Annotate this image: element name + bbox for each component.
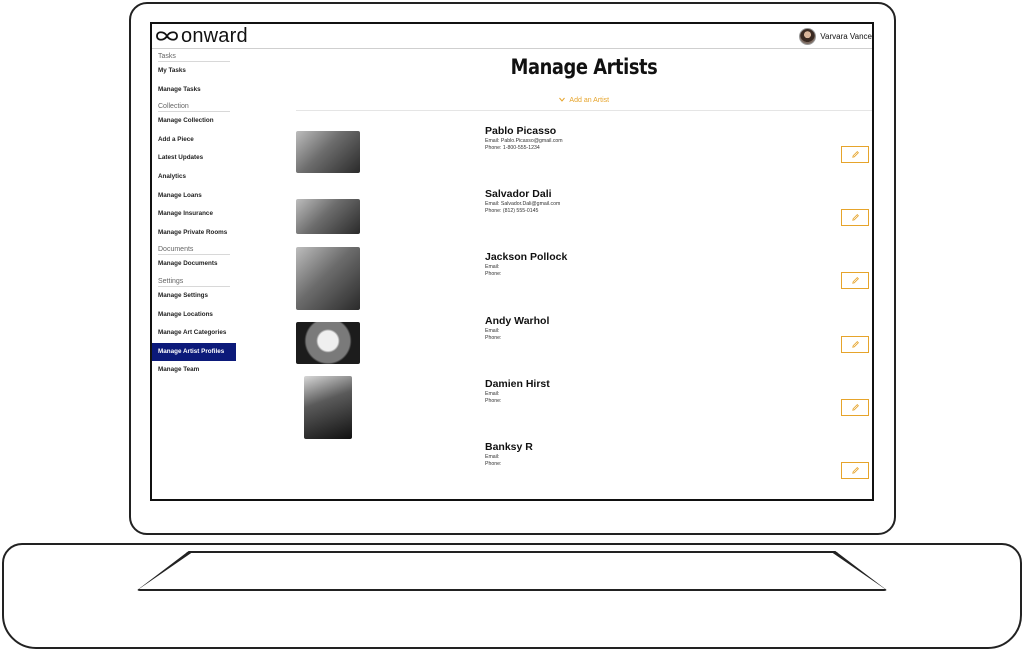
- sidebar-item-manage-documents[interactable]: Manage Documents: [152, 255, 236, 274]
- artist-name: Jackson Pollock: [485, 251, 568, 263]
- pencil-icon: [851, 277, 859, 284]
- artist-photo: [304, 376, 352, 439]
- artist-email: Email:: [485, 328, 500, 334]
- artist-email: Email:: [485, 264, 500, 270]
- edit-artist-button[interactable]: [841, 336, 869, 353]
- artist-email: Email: Salvador.Dali@gmail.com: [485, 201, 561, 207]
- artist-row: Jackson Pollock Email: Phone:: [296, 247, 872, 314]
- logo[interactable]: onward: [154, 24, 248, 48]
- sidebar-item-manage-tasks[interactable]: Manage Tasks: [152, 81, 236, 100]
- sidebar-section-collection: Collection: [158, 103, 230, 113]
- edit-artist-button[interactable]: [841, 462, 869, 479]
- sidebar-item-my-tasks[interactable]: My Tasks: [152, 62, 236, 81]
- sidebar-item-manage-insurance[interactable]: Manage Insurance: [152, 205, 236, 224]
- artist-phone: Phone: 1-800-555-1234: [485, 145, 540, 151]
- sidebar-item-manage-locations[interactable]: Manage Locations: [152, 306, 236, 325]
- sidebar-item-analytics[interactable]: Analytics: [152, 168, 236, 187]
- artist-email: Email:: [485, 391, 500, 397]
- sidebar-item-manage-private-rooms[interactable]: Manage Private Rooms: [152, 224, 236, 243]
- main-content: Manage Artists Add an Artist Pablo Picas…: [296, 49, 872, 499]
- chevron-down-icon: [558, 97, 565, 104]
- sidebar-item-manage-team[interactable]: Manage Team: [152, 361, 236, 380]
- sidebar-item-manage-loans[interactable]: Manage Loans: [152, 187, 236, 206]
- sidebar-section-settings: Settings: [158, 278, 230, 287]
- add-artist-label: Add an Artist: [569, 97, 610, 104]
- artist-row: Salvador Dali Email: Salvador.Dali@gmail…: [296, 188, 872, 251]
- artist-name: Salvador Dali: [485, 188, 552, 200]
- sidebar-item-manage-settings[interactable]: Manage Settings: [152, 287, 236, 306]
- edit-artist-button[interactable]: [841, 399, 869, 416]
- app-screen: onward Varvara Vance Tasks My Tasks Mana…: [150, 22, 874, 501]
- artist-row: Pablo Picasso Email: Pablo.Picasso@gmail…: [296, 125, 872, 188]
- edit-artist-button[interactable]: [841, 209, 869, 226]
- pencil-icon: [851, 404, 859, 411]
- logo-text: onward: [181, 25, 248, 47]
- artist-photo: [296, 131, 360, 173]
- pencil-icon: [851, 341, 859, 348]
- sidebar-item-manage-art-categories[interactable]: Manage Art Categories: [152, 324, 236, 343]
- sidebar-item-add-a-piece[interactable]: Add a Piece: [152, 131, 236, 150]
- artist-phone: Phone:: [485, 398, 502, 404]
- page-title: Manage Artists: [510, 55, 658, 79]
- pencil-icon: [851, 151, 859, 158]
- artist-row: Damien Hirst Email: Phone:: [296, 376, 872, 441]
- artist-name: Banksy R: [485, 441, 533, 453]
- artist-email: Email:: [485, 454, 500, 460]
- artist-photo: [296, 199, 360, 234]
- top-bar: onward Varvara Vance: [152, 24, 872, 49]
- artist-photo: [296, 247, 360, 310]
- artist-email: Email: Pablo.Picasso@gmail.com: [485, 138, 563, 144]
- user-menu[interactable]: Varvara Vance: [799, 27, 872, 45]
- artist-phone: Phone:: [485, 461, 502, 467]
- sidebar-section-documents: Documents: [158, 246, 230, 256]
- user-name: Varvara Vance: [820, 31, 872, 41]
- sidebar-item-latest-updates[interactable]: Latest Updates: [152, 149, 236, 168]
- sidebar-section-tasks: Tasks: [158, 53, 230, 62]
- artist-phone: Phone:: [485, 271, 502, 277]
- infinity-icon: [156, 31, 178, 41]
- edit-artist-button[interactable]: [841, 146, 869, 163]
- artist-row: Andy Warhol Email: Phone:: [296, 315, 872, 378]
- pencil-icon: [851, 214, 859, 221]
- artist-row: Banksy R Email: Phone:: [296, 441, 872, 499]
- pencil-icon: [851, 467, 859, 474]
- edit-artist-button[interactable]: [841, 272, 869, 289]
- sidebar-item-manage-artist-profiles[interactable]: Manage Artist Profiles: [152, 342, 236, 362]
- add-artist-link[interactable]: Add an Artist: [296, 97, 872, 104]
- artist-name: Andy Warhol: [485, 315, 550, 327]
- laptop-keyboard-deck-inner: [139, 553, 885, 589]
- artist-phone: Phone: (812) 555-0145: [485, 208, 539, 214]
- sidebar: Tasks My Tasks Manage Tasks Collection M…: [152, 49, 236, 499]
- sidebar-item-manage-collection[interactable]: Manage Collection: [152, 112, 236, 131]
- divider: [296, 110, 872, 111]
- artist-photo: [296, 322, 360, 364]
- artist-name: Damien Hirst: [485, 378, 550, 390]
- artist-name: Pablo Picasso: [485, 125, 557, 137]
- artist-phone: Phone:: [485, 335, 502, 341]
- avatar: [799, 27, 817, 45]
